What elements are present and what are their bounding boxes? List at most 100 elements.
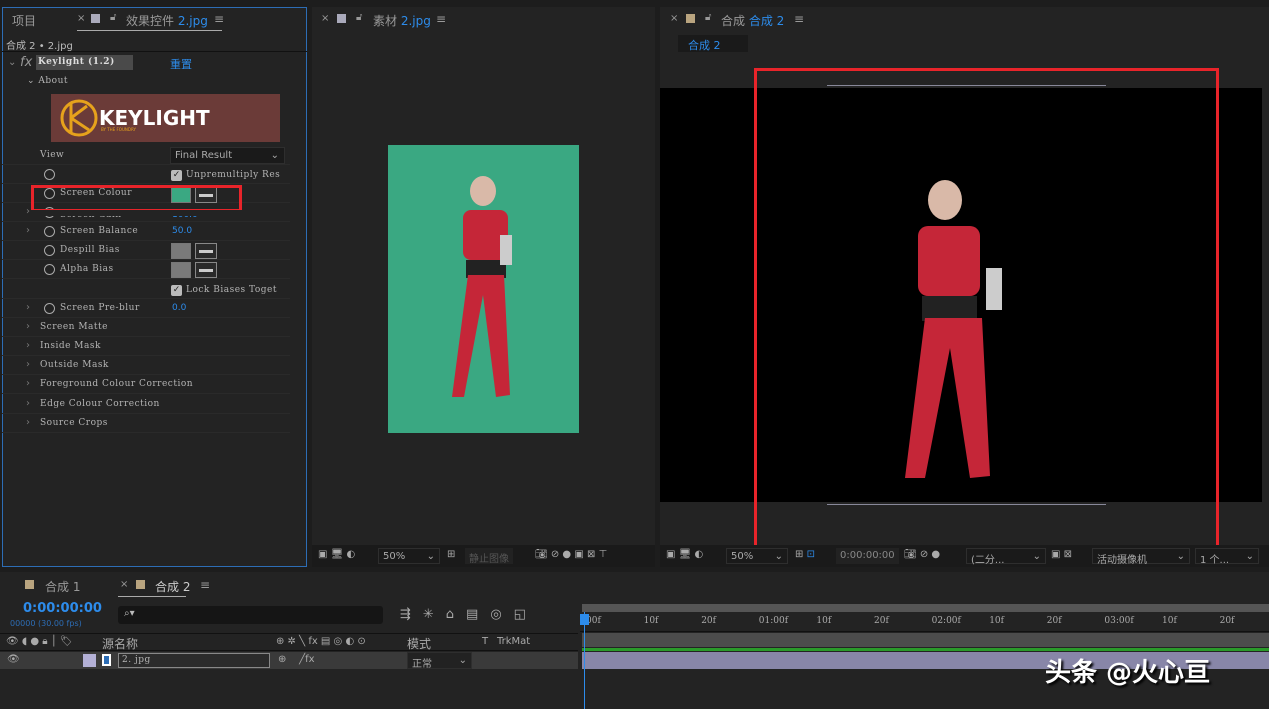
image-file-icon	[102, 654, 111, 666]
unpremultiply-checkbox[interactable]: ✓	[171, 170, 182, 181]
tab-comp-1[interactable]: 合成 1	[45, 578, 80, 595]
snapshot-icon[interactable]: 📷︎ ⊘ ●	[904, 549, 940, 560]
watermark: 头条 @火心亘	[1045, 658, 1211, 688]
current-timecode[interactable]: 0:00:00:00	[23, 601, 102, 616]
ruler-tick: 03:00f	[1104, 616, 1134, 626]
col-mode[interactable]: 模式	[407, 635, 431, 652]
stopwatch-icon[interactable]	[44, 303, 55, 314]
menu-icon[interactable]: ≡	[436, 12, 446, 26]
eyedropper-icon[interactable]	[195, 243, 217, 259]
tab-composition[interactable]: 合成 合成 2	[721, 12, 784, 29]
col-t: T	[482, 636, 489, 647]
playhead-handle[interactable]	[580, 614, 589, 625]
reset-link[interactable]: 重置	[170, 56, 192, 72]
lock-icon[interactable]: 🔓︎	[356, 12, 362, 23]
menu-icon[interactable]: ≡	[794, 12, 804, 26]
comp-icon	[686, 14, 695, 23]
footage-icon	[337, 14, 346, 23]
comp-subtab[interactable]: 合成 2	[678, 35, 748, 52]
playhead[interactable]	[584, 612, 585, 709]
comp-timecode[interactable]: 0:00:00:00	[836, 548, 899, 564]
screen-balance-value[interactable]: 50.0	[172, 226, 192, 236]
grid-icon[interactable]: ⊞ ⊡	[795, 549, 815, 560]
still-image-button[interactable]: 静止图像	[465, 548, 513, 565]
ruler-tick: 01:00f	[758, 616, 789, 626]
alpha-bias-swatch[interactable]	[171, 262, 191, 278]
view-dropdown[interactable]: Final Result ⌄	[170, 147, 285, 164]
ruler-tick: 20f	[1219, 616, 1235, 626]
tab-comp-2[interactable]: 合成 2	[155, 578, 190, 595]
lock-biases-checkbox[interactable]: ✓	[171, 285, 182, 296]
screen-balance-label: Screen Balance	[60, 226, 139, 236]
chevron-down-icon[interactable]: ⌄	[8, 57, 16, 68]
region-icon[interactable]: ▣ 🖥︎ ◐	[318, 549, 355, 560]
footage-zoom-dropdown[interactable]: 50% ⌄	[378, 548, 440, 564]
group-edge-colour-correction[interactable]: › Edge Colour Correction	[2, 395, 290, 414]
grid-icon[interactable]: ⊞	[447, 549, 455, 560]
effect-name[interactable]: Keylight (1.2)	[36, 55, 133, 70]
layer-switches[interactable]: ⊕ ╱fx	[278, 654, 315, 665]
screen-preblur-value[interactable]: 0.0	[172, 303, 186, 313]
breadcrumb: 合成 2 • 2.jpg	[6, 41, 73, 52]
ruler-tick: 10f	[816, 616, 832, 626]
close-icon[interactable]: ×	[77, 13, 85, 24]
tab-effects-controls[interactable]: 效果控件 2.jpg	[126, 12, 208, 29]
fx-icon[interactable]: fx	[20, 55, 32, 70]
about-group[interactable]: ⌄ About	[27, 76, 68, 86]
snapshot-icon[interactable]: 📷︎ ⊘ ● ▣ ⊠ ⊤	[535, 549, 607, 560]
ruler-tick: 10f	[989, 616, 1004, 626]
stopwatch-icon[interactable]	[44, 169, 55, 180]
views-dropdown[interactable]: 1 个... ⌄	[1195, 548, 1259, 566]
frame-info: 00000 (30.00 fps)	[10, 619, 82, 628]
despill-bias-label: Despill Bias	[60, 245, 120, 255]
despill-bias-swatch[interactable]	[171, 243, 191, 259]
menu-icon[interactable]: ≡	[214, 12, 224, 26]
work-area-bar[interactable]	[582, 604, 1269, 612]
ruler-tick: 10f	[1162, 616, 1177, 626]
timeline-tool-icons[interactable]: ⇶✳⌂▤◎◱	[400, 607, 538, 622]
lock-icon[interactable]: 🔓︎	[705, 12, 711, 23]
unpremultiply-label: Unpremultiply Res	[186, 170, 281, 180]
group-foreground-colour-correction[interactable]: › Foreground Colour Correction	[2, 375, 290, 394]
eye-icon[interactable]: 👁︎	[7, 654, 20, 665]
layer-name[interactable]: 2. jpg	[118, 653, 270, 668]
tab-footage[interactable]: 素材 2.jpg	[373, 12, 431, 29]
ruler-tick: 20f	[701, 616, 716, 626]
col-source-name[interactable]: 源名称	[102, 635, 138, 652]
layer-search-input[interactable]: ⌕▾	[118, 606, 383, 624]
label-color[interactable]	[83, 654, 96, 667]
av-switch-icons: 👁︎ ◖ ● 🔒︎ │ 🏷︎	[6, 636, 73, 647]
lock-icon[interactable]: 🔓︎	[110, 12, 116, 23]
ruler-tick: 20f	[1046, 616, 1062, 626]
layer-mode-dropdown[interactable]: 正常 ⌄	[407, 652, 472, 670]
group-outside-mask[interactable]: › Outside Mask	[2, 356, 290, 375]
group-inside-mask[interactable]: › Inside Mask	[2, 337, 290, 356]
close-icon[interactable]: ×	[670, 13, 678, 24]
lock-biases-label: Lock Biases Toget	[186, 285, 277, 295]
camera-dropdown[interactable]: 活动摄像机 ⌄	[1092, 548, 1190, 566]
comp-zoom-dropdown[interactable]: 50% ⌄	[726, 548, 788, 564]
footage-image	[388, 145, 579, 433]
stopwatch-icon[interactable]	[44, 226, 55, 237]
screen-preblur-label: Screen Pre-blur	[60, 303, 140, 313]
menu-icon[interactable]: ≡	[200, 578, 210, 592]
group-source-crops[interactable]: › Source Crops	[2, 414, 290, 433]
comp-icon	[25, 580, 34, 589]
stopwatch-icon[interactable]	[44, 264, 55, 275]
close-icon[interactable]: ×	[321, 13, 329, 24]
eyedropper-icon[interactable]	[195, 262, 217, 278]
close-icon[interactable]: ×	[120, 579, 128, 590]
ruler-tick: 10f	[643, 616, 659, 626]
stopwatch-icon[interactable]	[44, 245, 55, 256]
col-trkmat[interactable]: TrkMat	[497, 636, 530, 647]
region-icon[interactable]: ▣ 🖥︎ ◐	[666, 549, 703, 560]
comp-icon	[136, 580, 145, 589]
view-label: View	[40, 150, 65, 160]
keylight-logo: KEYLIGHT BY THE FOUNDRY	[51, 94, 280, 142]
highlight-box	[754, 68, 1219, 549]
tab-project[interactable]: 项目	[12, 12, 36, 29]
group-screen-matte[interactable]: › Screen Matte	[2, 318, 290, 337]
resolution-dropdown[interactable]: (二分... ⌄	[966, 548, 1046, 566]
layer-color-icon	[91, 14, 100, 23]
transparency-icon[interactable]: ▣ ⊠	[1051, 549, 1072, 560]
